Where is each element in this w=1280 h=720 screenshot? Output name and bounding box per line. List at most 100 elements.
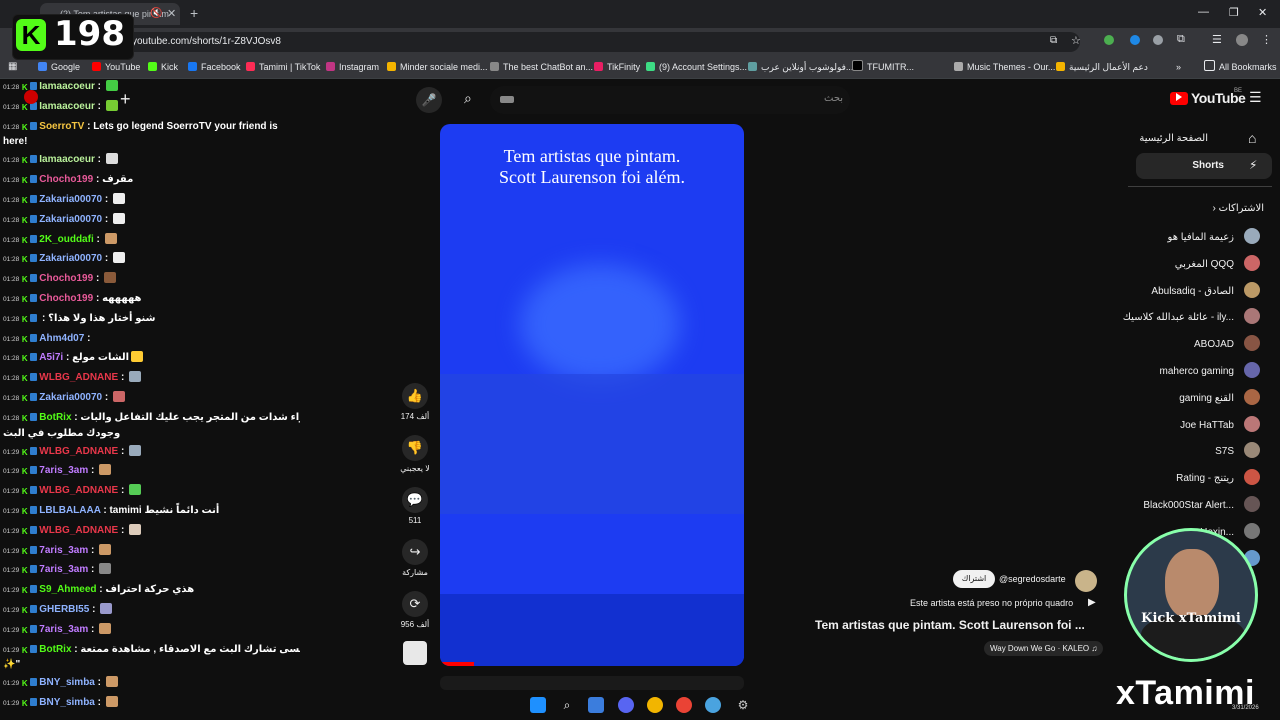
bookmark-item[interactable]: Tamimi | TikTok: [246, 56, 320, 78]
chat-username[interactable]: Chocho199: [39, 174, 93, 185]
chat-username[interactable]: WLBG_ADNANE: [39, 485, 118, 496]
chat-username[interactable]: BNY_simba: [39, 697, 95, 708]
extensions-puzzle-icon[interactable]: ⧉: [1177, 33, 1185, 46]
media-icon[interactable]: ☰: [1212, 33, 1222, 46]
discord-icon[interactable]: [618, 697, 634, 713]
chat-username[interactable]: WLBG_ADNANE: [39, 446, 118, 457]
create-plus-icon[interactable]: +: [120, 89, 131, 110]
subscription-item[interactable]: ABOJAD: [1194, 335, 1260, 352]
apps-grid-icon[interactable]: ▦: [8, 61, 17, 72]
chat-username[interactable]: 7aris_3am: [39, 465, 88, 476]
chrome-icon[interactable]: [676, 697, 692, 713]
dislike-button[interactable]: 👎 لا يعجبني: [395, 435, 435, 473]
maximize-icon[interactable]: ❐: [1229, 6, 1239, 19]
chat-username[interactable]: Iamaacoeur: [39, 154, 95, 165]
app-icon[interactable]: [647, 697, 663, 713]
profile-avatar[interactable]: [1236, 34, 1248, 46]
search-taskbar-icon[interactable]: ⌕: [559, 697, 575, 713]
chat-username[interactable]: SoerroTV: [39, 121, 84, 132]
subscription-item[interactable]: عائلة عبدالله كلاسيك - ily...: [1123, 308, 1260, 325]
video-description[interactable]: Este artista está preso no próprio quadr…: [910, 598, 1073, 608]
chat-username[interactable]: Zakaria00070: [39, 194, 102, 205]
cast-icon[interactable]: ⧉: [1050, 35, 1057, 46]
subscribe-button[interactable]: اشتراك: [953, 570, 995, 588]
bookmark-item[interactable]: The best ChatBot an...: [490, 56, 593, 78]
new-tab-icon[interactable]: +: [190, 5, 198, 21]
extension-icon[interactable]: [1104, 35, 1114, 45]
chat-username[interactable]: BotRix: [39, 644, 71, 655]
subscription-item[interactable]: Joe HaTTab: [1180, 415, 1260, 432]
chat-username[interactable]: GHERBI55: [39, 604, 89, 615]
channel-avatar[interactable]: [1075, 570, 1097, 592]
subscription-item[interactable]: gaming القنع: [1179, 388, 1260, 405]
settings-icon[interactable]: ⚙: [735, 697, 751, 713]
chat-username[interactable]: Iamaacoeur: [39, 81, 95, 92]
comments-button[interactable]: 💬 511: [395, 487, 435, 525]
chat-username[interactable]: Ahm4d07: [39, 333, 84, 344]
chat-username[interactable]: Zakaria00070: [39, 253, 102, 264]
bookmark-item[interactable]: TikFinity: [594, 56, 640, 78]
chat-username[interactable]: S9_Ahmeed: [39, 584, 96, 595]
remix-button[interactable]: ⟳ 956 ألف: [395, 591, 435, 629]
bookmark-star-icon[interactable]: ☆: [1071, 34, 1081, 47]
chat-username[interactable]: Zakaria00070: [39, 392, 102, 403]
subscription-item[interactable]: Black000Star Alert...: [1143, 496, 1260, 512]
close-tab-icon[interactable]: ✕: [167, 7, 176, 20]
subscription-item[interactable]: S7S: [1215, 442, 1260, 459]
hamburger-menu-icon[interactable]: ☰: [1249, 89, 1262, 106]
windows-start-icon[interactable]: [530, 697, 546, 713]
channel-handle[interactable]: @segredosdarte: [999, 574, 1066, 584]
music-chip[interactable]: Way Down We Go · KALEO ♫: [984, 641, 1104, 656]
play-icon[interactable]: ▶: [1088, 597, 1096, 608]
subscription-item[interactable]: زعيمة المافيا هو: [1168, 228, 1260, 244]
voice-search-icon[interactable]: 🎤: [416, 87, 442, 113]
bookmark-item[interactable]: TFUMITR...: [852, 56, 914, 78]
chat-username[interactable]: WLBG_ADNANE: [39, 525, 118, 536]
chat-username[interactable]: 2K_ouddafi: [39, 234, 93, 245]
chat-username[interactable]: Zakaria00070: [39, 214, 102, 225]
extension-icon[interactable]: [1130, 35, 1140, 45]
like-button[interactable]: 👍 174 ألف: [395, 383, 435, 421]
bookmark-item[interactable]: Facebook: [188, 56, 241, 78]
chat-username[interactable]: BNY_simba: [39, 677, 95, 688]
next-short-preview[interactable]: [440, 676, 744, 690]
search-input[interactable]: [490, 86, 850, 114]
chat-username[interactable]: BotRix: [39, 412, 71, 423]
chat-username[interactable]: WLBG_ADNANE: [39, 372, 118, 383]
bookmark-item[interactable]: (9) Account Settings...: [646, 56, 747, 78]
mute-tab-icon[interactable]: 🔇: [150, 8, 162, 19]
search-icon[interactable]: ⌕: [464, 90, 472, 107]
home-icon[interactable]: ⌂: [1248, 130, 1256, 146]
subscriptions-header[interactable]: › الاشتراكات: [1212, 203, 1264, 214]
subscription-item[interactable]: maherco gaming: [1160, 362, 1260, 378]
chat-username[interactable]: Chocho199: [39, 293, 93, 304]
bookmark-item[interactable]: Music Themes - Our...: [954, 56, 1055, 78]
subscription-item[interactable]: Rating - ريتنج: [1176, 469, 1260, 486]
video-title[interactable]: Tem artistas que pintam. Scott Laurenson…: [815, 618, 1085, 632]
chat-username[interactable]: 7aris_3am: [39, 545, 88, 556]
chat-username[interactable]: 7aris_3am: [39, 624, 88, 635]
browser-menu-icon[interactable]: ⋮: [1261, 33, 1272, 46]
bookmark-item[interactable]: دعم الأعمال الرئيسية: [1056, 56, 1148, 78]
chat-username[interactable]: A5i7i: [39, 352, 63, 363]
keyboard-icon[interactable]: [500, 96, 514, 103]
bookmark-item[interactable]: فولوشوب أونلاين عرب...: [748, 56, 853, 78]
bookmark-item[interactable]: Kick: [148, 56, 178, 78]
sound-thumbnail[interactable]: [403, 641, 427, 665]
shorts-video-player[interactable]: [440, 124, 744, 666]
subscription-item[interactable]: المغربي QQQ: [1175, 254, 1260, 271]
close-window-icon[interactable]: ✕: [1258, 6, 1267, 19]
url-input[interactable]: youtube.com/shorts/1r-Z8VJOsv8: [120, 32, 1080, 52]
chat-username[interactable]: Iamaacoeur: [39, 101, 95, 112]
file-explorer-icon[interactable]: [588, 697, 604, 713]
share-button[interactable]: ↪ مشاركة: [395, 539, 435, 577]
minimize-icon[interactable]: —: [1198, 6, 1209, 18]
chat-username[interactable]: Chocho199: [39, 273, 93, 284]
more-bookmarks-icon[interactable]: »: [1176, 56, 1181, 78]
bookmark-item[interactable]: Minder sociale medi...: [387, 56, 488, 78]
chat-username[interactable]: 7aris_3am: [39, 564, 88, 575]
all-bookmarks[interactable]: All Bookmarks: [1204, 56, 1277, 78]
extension-icon[interactable]: [1153, 35, 1163, 45]
chat-username[interactable]: LBLBALAAA: [39, 505, 100, 516]
app-icon[interactable]: [705, 697, 721, 713]
